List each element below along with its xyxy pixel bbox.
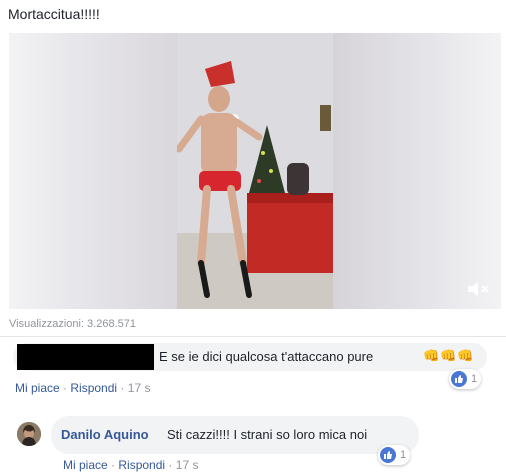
video-blur-right [333,33,501,309]
comment-author[interactable]: Danilo Aquino [61,427,149,442]
comment-time[interactable]: 17 s [176,458,199,472]
redacted-author [17,344,154,370]
speaker-mute-icon[interactable] [465,279,491,299]
comment-actions: Mi piace · Rispondi · 17 s [63,458,198,472]
video-blur-left [9,33,177,309]
separator: · [120,381,128,395]
view-count: Visualizzazioni: 3.268.571 [9,318,136,330]
avatar[interactable] [17,422,41,446]
divider [0,336,506,337]
comment-time[interactable]: 17 s [128,381,151,395]
thumbs-up-icon [451,371,467,387]
comment-text: E se ie dici qualcosa t'attaccano pure [159,349,374,364]
reaction-count-label: 1 [400,449,407,461]
comment-bubble: Danilo Aquino Sti cazzi!!!! I strani so … [51,416,419,454]
video-frame [177,33,333,309]
like-link[interactable]: Mi piace [15,381,60,395]
comment-bubble: E se ie dici qualcosa t'attaccano pure 👊… [13,343,487,371]
reply-link[interactable]: Rispondi [70,381,117,395]
video-player[interactable] [9,33,501,309]
video-scene [177,33,333,309]
comment-text: Sti cazzi!!!! I strani so loro mica noi [167,427,368,442]
separator: · [168,458,176,472]
reply-link[interactable]: Rispondi [118,458,165,472]
reaction-count-label: 1 [471,373,478,385]
comment-actions: Mi piace · Rispondi · 17 s [15,381,150,395]
reaction-count[interactable]: 1 [449,369,482,389]
fist-emoji-icon: 👊👊👊 [423,348,475,363]
thumbs-up-icon [380,447,396,463]
post-text: Mortaccitua!!!!! [8,6,100,22]
like-link[interactable]: Mi piace [63,458,108,472]
reaction-count[interactable]: 1 [378,445,411,465]
